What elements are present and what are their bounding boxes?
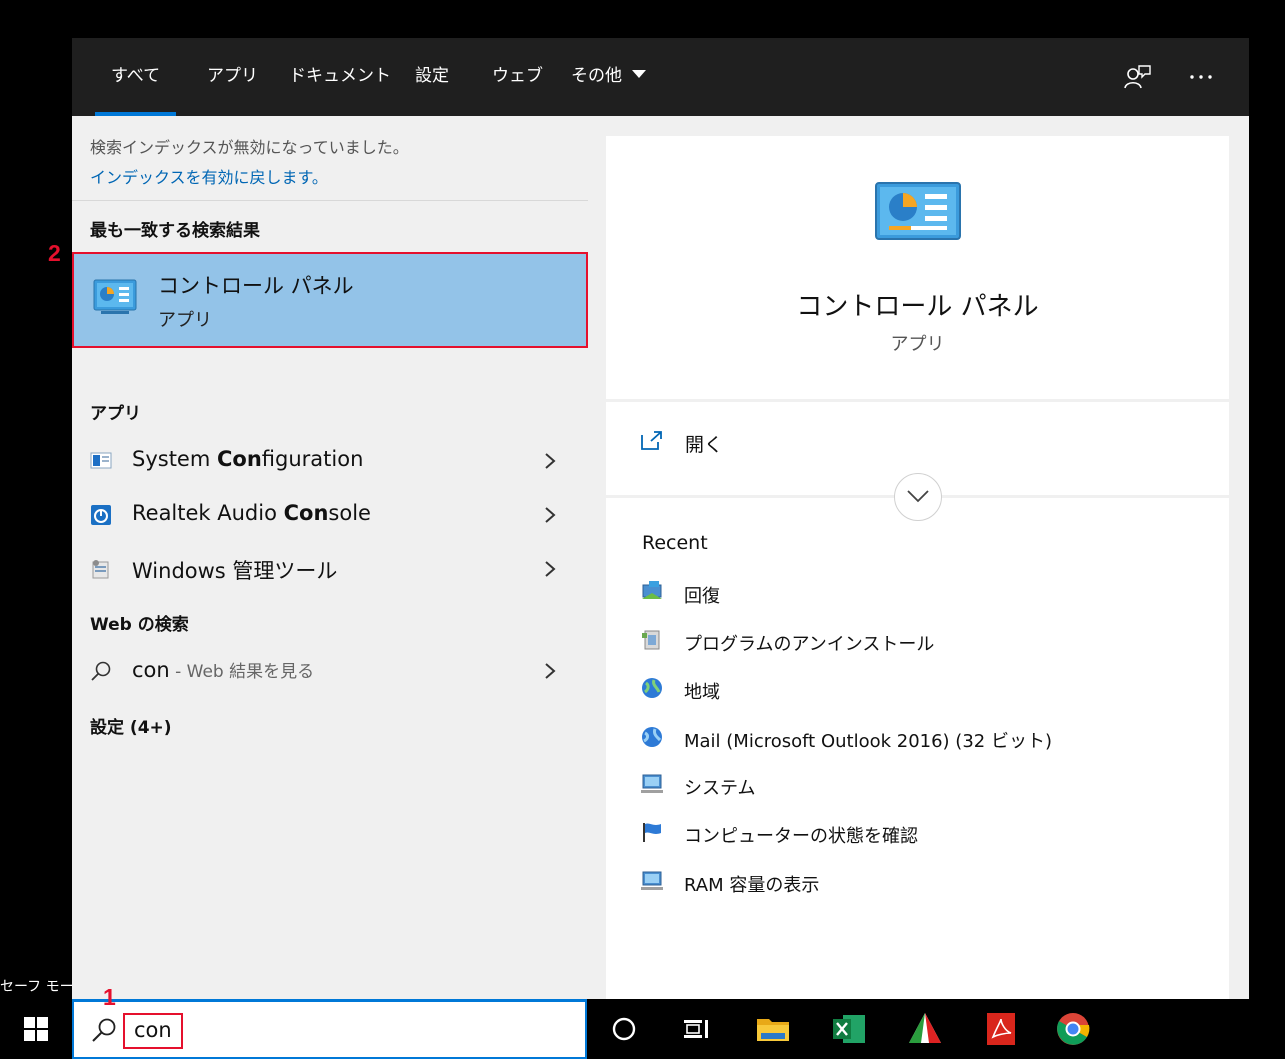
tab-documents[interactable]: ドキュメント (289, 38, 391, 116)
result-label: Windows 管理ツール (132, 559, 338, 583)
divider (606, 399, 1229, 402)
recovery-icon (642, 581, 662, 599)
chrome-icon[interactable] (1053, 1009, 1093, 1049)
tab-web[interactable]: ウェブ (492, 38, 543, 116)
system-icon (641, 774, 663, 793)
taskbar: con (0, 999, 1285, 1059)
security-flag-icon (643, 823, 661, 842)
chevron-right-icon[interactable] (544, 662, 556, 680)
recent-label: コンピューターの状態を確認 (684, 826, 918, 847)
more-options-icon[interactable] (1186, 62, 1216, 92)
chevron-down-icon (907, 490, 929, 503)
region-icon (642, 678, 662, 698)
tab-more-label: その他 (571, 66, 622, 86)
apps-heading: アプリ (90, 404, 141, 424)
best-match-result[interactable]: コントロール パネル アプリ (72, 252, 588, 348)
chevron-right-icon[interactable] (544, 506, 556, 524)
realtek-audio-icon (91, 505, 111, 525)
chevron-right-icon[interactable] (544, 560, 556, 578)
file-explorer-icon[interactable] (753, 1009, 793, 1049)
best-match-type: アプリ (158, 310, 212, 331)
web-search-heading: Web の検索 (90, 615, 189, 635)
recent-item-system[interactable]: システム (640, 770, 1200, 800)
tab-apps[interactable]: アプリ (207, 38, 258, 116)
chevron-right-icon[interactable] (544, 452, 556, 470)
recent-label: 回復 (684, 586, 720, 607)
web-search-label: con - Web 結果を見る (132, 658, 315, 682)
recent-item-region[interactable]: 地域 (640, 674, 1200, 704)
open-external-icon (641, 431, 662, 450)
step-marker-1: 1 (103, 984, 116, 1010)
caret-down-icon (632, 70, 646, 78)
taskbar-search-box[interactable]: con (72, 999, 587, 1059)
control-panel-icon (93, 279, 137, 314)
search-input[interactable]: con (123, 1013, 183, 1049)
safe-mode-label: セーフ モー (0, 979, 72, 995)
settings-heading[interactable]: 設定 (4+) (90, 713, 172, 738)
recent-item-security[interactable]: コンピューターの状態を確認 (640, 818, 1200, 848)
recent-label: システム (684, 778, 756, 799)
step-marker-2: 2 (48, 240, 61, 266)
divider (72, 200, 588, 201)
open-label: 開く (685, 434, 724, 456)
result-label: System Configuration (132, 447, 364, 471)
results-pane: 検索インデックスが無効になっていました。 インデックスを有効に戻します。 最も一… (72, 116, 605, 999)
feedback-icon[interactable] (1122, 62, 1152, 92)
search-icon (91, 661, 111, 681)
preview-pane: コントロール パネル アプリ 開く Recent 回復 プログラムのアンインスト… (606, 136, 1229, 999)
recent-item-recovery[interactable]: 回復 (640, 578, 1200, 608)
result-label: Realtek Audio Console (132, 501, 371, 525)
tab-settings[interactable]: 設定 (415, 38, 449, 116)
windows-logo-icon (24, 1017, 48, 1041)
recent-label: RAM 容量の表示 (684, 875, 820, 896)
recent-label: プログラムのアンインストール (684, 634, 935, 655)
result-system-configuration[interactable]: System Configuration (72, 434, 588, 488)
control-panel-icon (875, 182, 961, 240)
web-search-result[interactable]: con - Web 結果を見る (72, 644, 588, 698)
best-match-heading: 最も一致する検索結果 (90, 221, 260, 241)
excel-icon[interactable] (829, 1009, 869, 1049)
recent-label: Mail (Microsoft Outlook 2016) (32 ビット) (684, 731, 1052, 752)
search-tabs-bar: すべて アプリ ドキュメント 設定 ウェブ その他 (72, 38, 1249, 116)
tab-all[interactable]: すべて (94, 38, 177, 116)
result-windows-admin-tools[interactable]: Windows 管理ツール (72, 542, 588, 596)
result-realtek-audio-console[interactable]: Realtek Audio Console (72, 488, 588, 542)
search-panel: すべて アプリ ドキュメント 設定 ウェブ その他 検索インデックスが無効になっ… (72, 38, 1249, 999)
system-configuration-icon (90, 452, 112, 469)
recent-item-uninstall[interactable]: プログラムのアンインストール (640, 626, 1200, 656)
preview-subtitle: アプリ (890, 334, 945, 355)
start-button[interactable] (0, 999, 72, 1059)
acrobat-icon[interactable] (981, 1009, 1021, 1049)
recent-heading: Recent (642, 532, 708, 554)
cortana-icon[interactable] (604, 1009, 644, 1049)
recent-item-ram[interactable]: RAM 容量の表示 (640, 867, 1200, 897)
mail-icon (642, 727, 662, 747)
app-icon[interactable] (905, 1009, 945, 1049)
best-match-name: コントロール パネル (158, 274, 354, 298)
enable-index-link[interactable]: インデックスを有効に戻します。 (90, 164, 328, 188)
expand-button[interactable] (894, 473, 942, 521)
preview-title: コントロール パネル (796, 292, 1039, 322)
system-icon (641, 871, 663, 890)
admin-tools-icon (92, 560, 109, 579)
recent-label: 地域 (684, 682, 720, 703)
index-disabled-notice: 検索インデックスが無効になっていました。 (90, 138, 409, 157)
uninstall-icon (642, 630, 660, 650)
task-view-icon[interactable] (676, 1009, 716, 1049)
tab-more[interactable]: その他 (571, 38, 646, 116)
search-icon (92, 1018, 116, 1042)
recent-item-mail[interactable]: Mail (Microsoft Outlook 2016) (32 ビット) (640, 723, 1200, 753)
